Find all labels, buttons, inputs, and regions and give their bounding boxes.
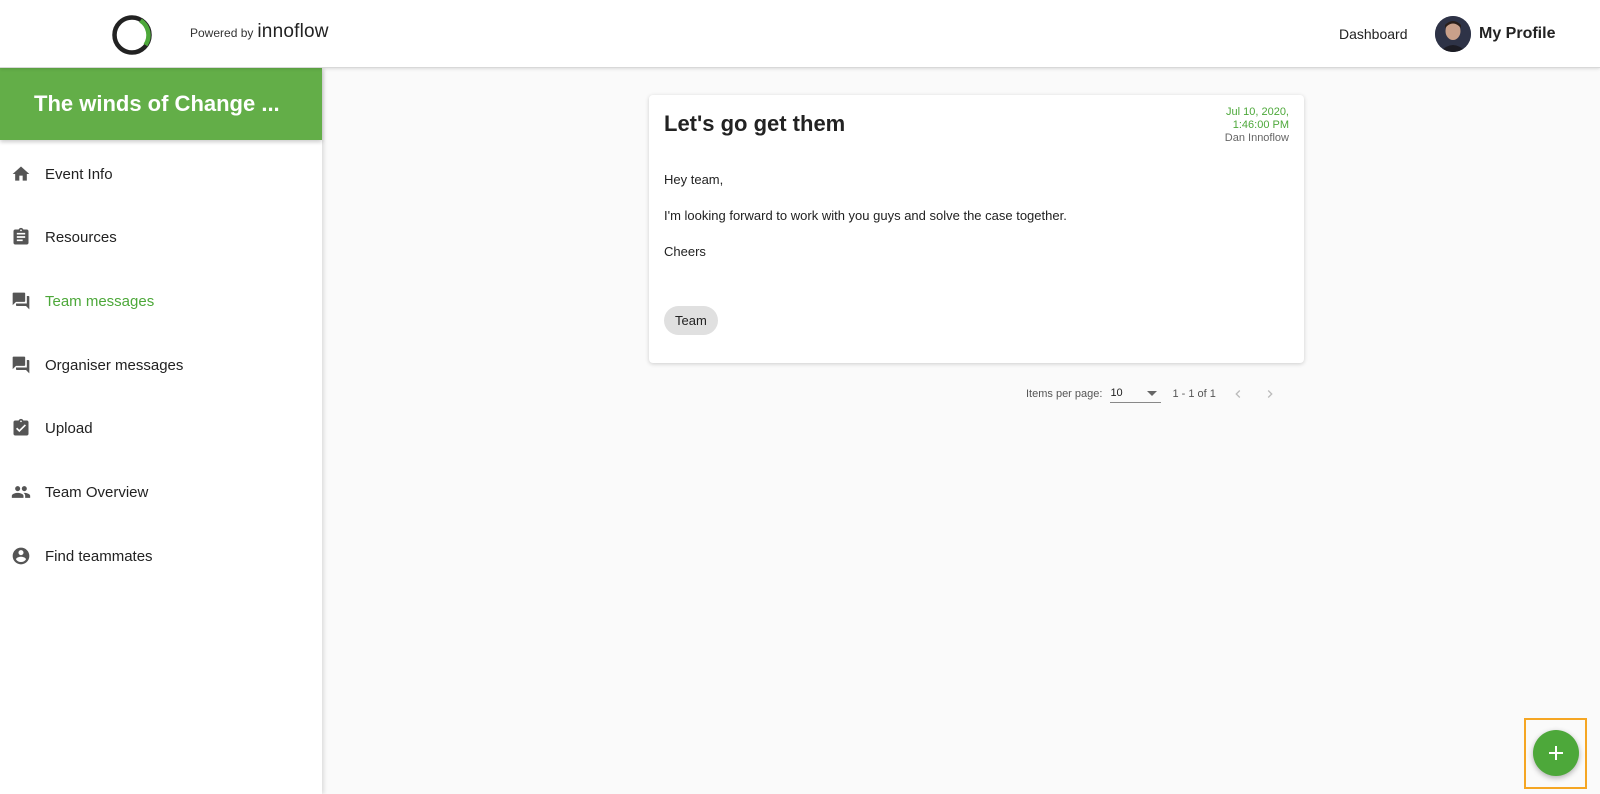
top-bar: Powered by innoflow Dashboard My Profile	[0, 0, 1600, 68]
innoflow-logo[interactable]	[110, 13, 154, 57]
message-date: Jul 10, 2020, 1:46:00 PM	[1226, 106, 1289, 132]
clipboard-check-icon	[11, 418, 31, 438]
add-message-button[interactable]	[1533, 730, 1579, 776]
sidebar-item-label: Event Info	[45, 165, 113, 183]
message-paragraph: Cheers	[664, 244, 706, 259]
sidebar-item-label: Upload	[45, 419, 93, 437]
people-icon	[11, 482, 31, 502]
sidebar-item-team-messages[interactable]: Team messages	[0, 275, 322, 327]
previous-page-button[interactable]	[1228, 384, 1248, 404]
sidebar-item-find-teammates[interactable]: Find teammates	[0, 530, 322, 582]
message-card: Let's go get them Jul 10, 2020, 1:46:00 …	[649, 95, 1304, 363]
items-per-page-select[interactable]: 10	[1110, 385, 1162, 403]
dashboard-link[interactable]: Dashboard	[1339, 26, 1408, 42]
sidebar-item-label: Resources	[45, 228, 117, 246]
event-title[interactable]: The winds of Change ...	[0, 68, 322, 140]
sidebar-item-label: Find teammates	[45, 547, 153, 565]
avatar[interactable]	[1435, 16, 1471, 52]
message-paragraph: Hey team,	[664, 172, 724, 187]
sidebar-item-label: Team messages	[45, 292, 155, 310]
paginator: Items per page: 10 1 - 1 of 1	[1026, 385, 1280, 403]
message-body: Hey team, I'm looking forward to work wi…	[664, 173, 1067, 281]
sidebar-item-team-overview[interactable]: Team Overview	[0, 466, 322, 518]
items-per-page-value: 10	[1110, 387, 1123, 399]
forum-icon	[11, 355, 31, 375]
brand-name: innoflow	[257, 21, 329, 42]
sidebar-item-label: Organiser messages	[45, 356, 184, 374]
items-per-page-label: Items per page:	[1026, 388, 1103, 400]
chevron-right-icon	[1267, 390, 1273, 398]
tag-chip[interactable]: Team	[664, 306, 718, 335]
sidebar-item-label: Team Overview	[45, 483, 149, 501]
message-author: Dan Innoflow	[1224, 132, 1289, 144]
message-title: Let's go get them	[664, 111, 846, 136]
forum-icon	[11, 291, 31, 311]
my-profile-link[interactable]: My Profile	[1479, 25, 1555, 43]
dropdown-arrow-icon	[1147, 391, 1158, 396]
sidebar-item-event-info[interactable]: Event Info	[0, 148, 322, 200]
message-time-line: 1:46:00 PM	[1232, 119, 1289, 131]
powered-by: Powered by innoflow	[190, 21, 329, 43]
sidebar-item-upload[interactable]: Upload	[0, 402, 322, 454]
account-circle-icon	[11, 546, 31, 566]
home-icon	[11, 164, 31, 184]
range-label: 1 - 1 of 1	[1172, 388, 1216, 400]
next-page-button[interactable]	[1260, 384, 1280, 404]
sidebar-item-resources[interactable]: Resources	[0, 211, 322, 263]
message-paragraph: I'm looking forward to work with you guy…	[664, 208, 1067, 223]
powered-by-label: Powered by	[190, 26, 254, 40]
clipboard-icon	[11, 227, 31, 247]
plus-icon	[1549, 746, 1563, 760]
message-date-line: Jul 10, 2020,	[1226, 106, 1289, 118]
chevron-left-icon	[1235, 390, 1241, 398]
sidebar-item-organiser-messages[interactable]: Organiser messages	[0, 339, 322, 391]
sidebar: The winds of Change ... Event Info Resou…	[0, 68, 322, 794]
